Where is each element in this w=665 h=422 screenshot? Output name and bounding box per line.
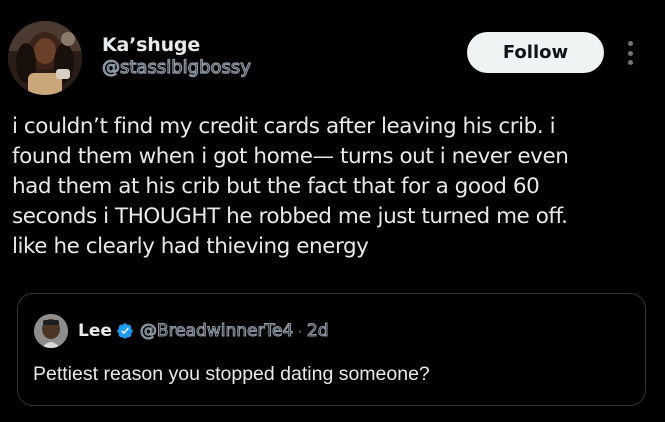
tweet-text-line: like he clearly had thieving energy <box>12 234 369 259</box>
separator-dot: · <box>297 321 303 340</box>
author-display-name[interactable]: Ka’shuge <box>102 33 251 57</box>
tweet-text-line: seconds i THOUGHT he robbed me just turn… <box>12 204 568 229</box>
tweet-text-line: found them when i got home— turns out i … <box>12 144 569 169</box>
follow-button[interactable]: Follow <box>467 32 604 73</box>
tweet-card: Ka’shuge @stassibigbossy Follow i couldn… <box>0 0 665 422</box>
quoted-display-name[interactable]: Lee <box>78 321 112 341</box>
author-handle[interactable]: @stassibigbossy <box>101 56 251 79</box>
profile-photo-icon <box>8 21 82 95</box>
quoted-author-avatar[interactable] <box>34 314 68 348</box>
verified-badge-icon <box>117 323 133 339</box>
tweet-text-line: i couldn’t find my credit cards after le… <box>12 114 556 139</box>
tweet-text: i couldn’t find my credit cards after le… <box>12 112 657 262</box>
quoted-timestamp[interactable]: 2d <box>306 320 329 341</box>
tweet-text-line: had them at his crib but the fact that f… <box>12 174 540 199</box>
quoted-tweet[interactable]: Lee @BreadwinnerTe4 · 2d Pettiest reason… <box>17 293 646 406</box>
quoted-text: Pettiest reason you stopped dating someo… <box>33 363 430 385</box>
quoted-handle[interactable]: @BreadwinnerTe4 <box>139 320 293 341</box>
vertical-dots-icon[interactable] <box>620 38 640 68</box>
quoted-meta: Lee @BreadwinnerTe4 · 2d <box>78 320 329 341</box>
author-info: Ka’shuge @stassibigbossy <box>101 33 251 79</box>
author-avatar[interactable] <box>8 21 82 95</box>
profile-photo-icon <box>34 314 68 348</box>
